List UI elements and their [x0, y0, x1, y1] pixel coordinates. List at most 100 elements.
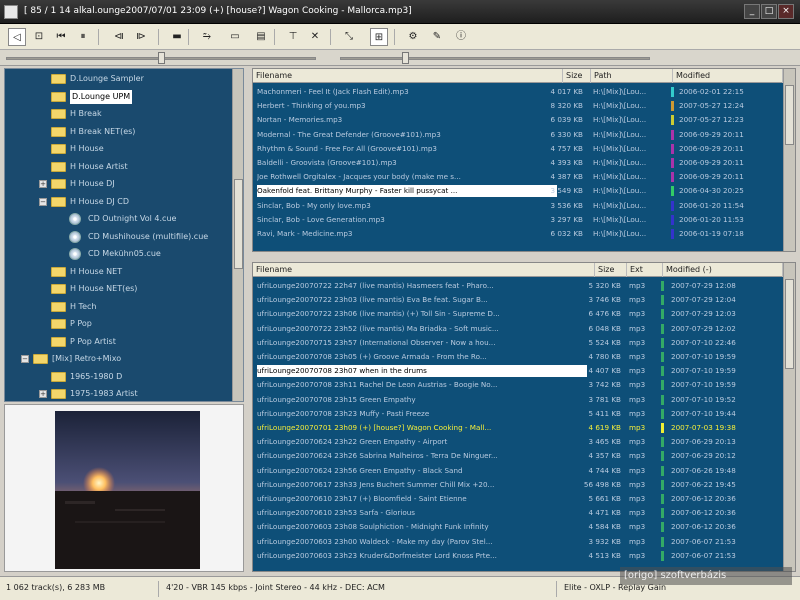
settings-icon[interactable]: ⚙ [404, 28, 422, 46]
tree-scrollbar-thumb[interactable] [234, 179, 243, 269]
clear-icon[interactable]: ✕ [306, 28, 324, 46]
column-header-filename[interactable]: Filename [253, 69, 563, 83]
tree-item[interactable]: D.Lounge Sampler [5, 71, 231, 87]
file-row[interactable]: ufriLounge20070701 23h09 (+) [house?] Wa… [253, 422, 783, 434]
tree-item[interactable]: H House NET(es) [5, 281, 231, 297]
playlist-row[interactable]: Modernal - The Great Defender (Groove#10… [253, 129, 783, 141]
playlist-row[interactable]: Oakenfold feat. Brittany Murphy - Faster… [253, 185, 783, 198]
volume-track[interactable] [340, 57, 650, 60]
tree-item[interactable]: D.Lounge UPM [5, 89, 231, 105]
file-row[interactable]: ufriLounge20070708 23h07 when in the dru… [253, 365, 783, 377]
playlist-row[interactable]: Rhythm & Sound - Free For All (Groove#10… [253, 143, 783, 155]
playlist-top-scrollbar[interactable] [783, 69, 795, 251]
pause-icon[interactable]: ⏸ [74, 28, 92, 46]
column-header-modified[interactable]: Modified [673, 69, 783, 83]
prev-icon[interactable]: ⏮ [52, 28, 70, 46]
tree-item[interactable]: P Pop Artist [5, 334, 231, 350]
cell-mod: 2006-02-01 22:15 [679, 87, 744, 96]
filter-icon[interactable]: ⊤ [284, 28, 302, 46]
cell-name: ufriLounge20070624 23h26 Sabrina Malheir… [257, 451, 498, 461]
playlist-row[interactable]: Ravi, Mark - Medicine.mp3 6 032 KB H:\[Mix… [253, 228, 783, 240]
close-button[interactable]: × [778, 4, 794, 19]
tree-item[interactable]: − [Mix] Retro+Mixo [5, 351, 231, 367]
eq-icon[interactable]: ▬ [168, 28, 186, 46]
tree-scrollbar[interactable] [232, 69, 243, 401]
file-row[interactable]: ufriLounge20070708 23h15 Green Empathy 3 … [253, 394, 783, 406]
playlist-row[interactable]: Nortan - Memories.mp3 6 039 KB H:\[Mix]\[L… [253, 114, 783, 126]
playlist-top-scrollbar-thumb[interactable] [785, 85, 794, 145]
tree-item[interactable]: CD Mekühn05.cue [5, 246, 231, 262]
file-row[interactable]: ufriLounge20070603 23h00 Waldeck - Make … [253, 536, 783, 548]
tree-item[interactable]: + H House DJ [5, 176, 231, 192]
file-list-scrollbar-thumb[interactable] [785, 279, 794, 369]
playlist-row[interactable]: Sinclar, Bob - My only love.mp3 3 536 KB H… [253, 200, 783, 212]
column-header-ext[interactable]: Ext [627, 263, 663, 277]
prev-track-icon[interactable]: ⧏ [110, 28, 128, 46]
column-header-size[interactable]: Size [595, 263, 627, 277]
file-row[interactable]: ufriLounge20070610 23h17 (+) Bloomfield … [253, 493, 783, 505]
maximize-button[interactable]: □ [761, 4, 777, 19]
file-row[interactable]: ufriLounge20070624 23h22 Green Empathy -… [253, 436, 783, 448]
playlist-row[interactable]: Sinclar, Bob - Love Generation.mp3 3 297 … [253, 214, 783, 226]
seek-slider-thumb[interactable] [157, 52, 165, 64]
back-icon[interactable]: ◁ [8, 28, 26, 46]
file-row[interactable]: ufriLounge20070708 23h05 (+) Groove Arma… [253, 351, 783, 363]
file-row[interactable]: ufriLounge20070617 23h33 Jens Buchert Su… [253, 479, 783, 491]
file-row[interactable]: ufriLounge20070624 23h26 Sabrina Malheir… [253, 450, 783, 462]
cell-ext: mp3 [629, 295, 646, 305]
tree-item[interactable]: CD Outnight Vol 4.cue [5, 211, 231, 227]
column-header-path[interactable]: Path [591, 69, 673, 83]
column-header-modified[interactable]: Modified (-) [663, 263, 783, 277]
file-list-scrollbar[interactable] [783, 263, 795, 571]
file-row[interactable]: ufriLounge20070722 23h52 (live mantis) M… [253, 323, 783, 335]
playlist-row[interactable]: Machonmeri - Feel It (Jack Flash Edit).m… [253, 86, 783, 98]
collapse-icon[interactable]: − [39, 197, 47, 206]
app-icon[interactable] [4, 5, 18, 19]
file-row[interactable]: ufriLounge20070603 23h08 Soulphiction - … [253, 521, 783, 533]
file-row[interactable]: ufriLounge20070610 23h53 Sarfa - Gloriou… [253, 507, 783, 519]
tree-item[interactable]: CD Mushihouse (multifile).cue [5, 229, 231, 245]
tree-item[interactable]: H Break [5, 106, 231, 122]
file-row[interactable]: ufriLounge20070715 23h57 (International … [253, 337, 783, 349]
cell-mod: 2007-07-10 19:59 [671, 352, 736, 361]
edit-icon[interactable]: ✎ [428, 28, 446, 46]
expand-icon[interactable]: + [39, 180, 47, 188]
file-row[interactable]: ufriLounge20070708 23h23 Muffy - Pasti F… [253, 408, 783, 420]
tree-item[interactable]: H Tech [5, 299, 231, 315]
next-track-icon[interactable]: ⧐ [132, 28, 150, 46]
info-icon[interactable]: ⓘ [452, 28, 470, 46]
volume-slider-thumb[interactable] [402, 52, 409, 64]
minimize-button[interactable]: _ [744, 4, 760, 19]
playlist-window-icon[interactable]: ▤ [252, 28, 270, 46]
tree-item[interactable]: H House Artist [5, 159, 231, 175]
tree-item[interactable]: H House NET [5, 264, 231, 280]
tree-item[interactable]: H House [5, 141, 231, 157]
tree-item[interactable]: +1975-1983 Artist [5, 386, 231, 401]
file-row[interactable]: ufriLounge20070722 22h47 (live mantis) H… [253, 280, 783, 292]
column-header-size[interactable]: Size [563, 69, 591, 83]
stop-icon[interactable]: ⊡ [30, 28, 48, 46]
playlist-row[interactable]: Joe Rothwell Orgitalex - Jacques your bo… [253, 171, 783, 183]
mini-window-icon[interactable]: ▭ [226, 28, 244, 46]
cell-ext: mp3 [629, 451, 646, 461]
sort-icon[interactable]: ⤡ [340, 28, 358, 46]
tree-item[interactable]: − H House DJ CD [5, 194, 231, 210]
expand-icon[interactable]: + [39, 390, 47, 398]
file-row[interactable]: ufriLounge20070708 23h11 Rachel De Leon … [253, 379, 783, 391]
tree-item-label: CD Mekühn05.cue [88, 249, 161, 258]
column-header-filename[interactable]: Filename [253, 263, 595, 277]
file-row[interactable]: ufriLounge20070624 23h56 Green Empathy -… [253, 465, 783, 477]
tree-item[interactable]: 1965-1980 D [5, 369, 231, 385]
play-options-icon[interactable]: ⥲ [198, 28, 216, 46]
color-marker [661, 550, 664, 561]
tree-item[interactable]: H Break NET(es) [5, 124, 231, 140]
collapse-icon[interactable]: − [21, 355, 29, 363]
playlist-row[interactable]: Baldelli - Groovista (Groove#101).mp3 4 3… [253, 157, 783, 169]
file-row[interactable]: ufriLounge20070722 23h06 (live mantis) (… [253, 308, 783, 320]
tree-item[interactable]: P Pop [5, 316, 231, 332]
playlist-row[interactable]: Herbert - Thinking of you.mp3 8 320 KB H:\… [253, 100, 783, 112]
file-row[interactable]: ufriLounge20070722 23h03 (live mantis) E… [253, 294, 783, 306]
status-format-info: 4'20 - VBR 145 kbps - Joint Stereo - 44 … [166, 583, 385, 592]
view-icon[interactable]: ⊞ [370, 28, 388, 46]
file-row[interactable]: ufriLounge20070603 23h23 Kruder&Dorfmeis… [253, 550, 783, 562]
